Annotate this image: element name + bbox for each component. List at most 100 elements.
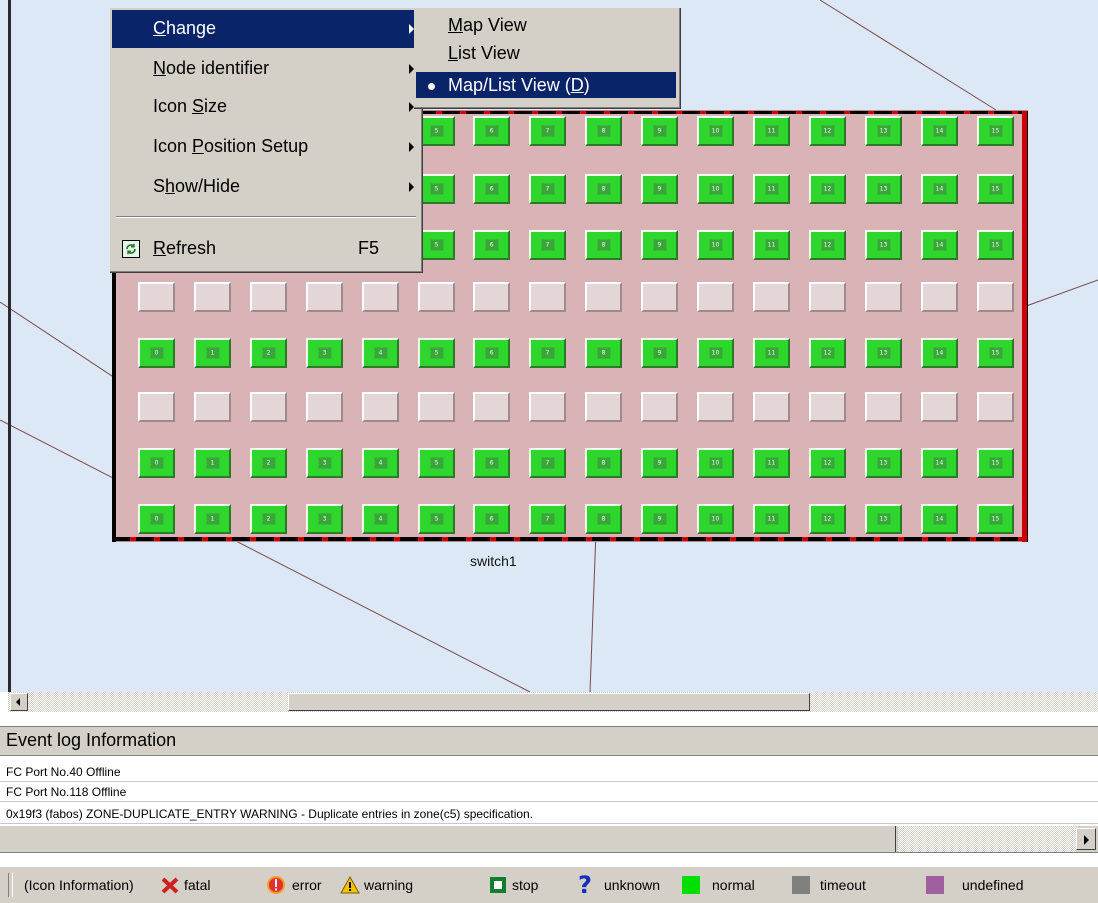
- scroll-right-button[interactable]: [1076, 828, 1096, 850]
- empty-port-slot[interactable]: [865, 392, 902, 422]
- submenu-item-list-view[interactable]: List View: [416, 40, 676, 66]
- port-icon[interactable]: 3: [306, 448, 343, 478]
- port-icon[interactable]: 7: [529, 448, 566, 478]
- port-icon[interactable]: 10: [697, 504, 734, 534]
- port-icon[interactable]: 11: [753, 116, 790, 146]
- empty-port-slot[interactable]: [753, 392, 790, 422]
- scroll-thumb[interactable]: [288, 693, 810, 711]
- empty-port-slot[interactable]: [641, 282, 678, 312]
- port-icon[interactable]: 14: [921, 116, 958, 146]
- empty-port-slot[interactable]: [250, 282, 287, 312]
- menu-item-change[interactable]: Change: [112, 10, 418, 48]
- scroll-thumb[interactable]: [0, 826, 896, 852]
- port-icon[interactable]: 6: [473, 504, 510, 534]
- port-icon[interactable]: 6: [473, 116, 510, 146]
- port-icon[interactable]: 6: [473, 174, 510, 204]
- port-icon[interactable]: 7: [529, 504, 566, 534]
- port-icon[interactable]: 4: [362, 448, 399, 478]
- empty-port-slot[interactable]: [809, 392, 846, 422]
- empty-port-slot[interactable]: [529, 392, 566, 422]
- map-horizontal-scrollbar[interactable]: [8, 692, 1098, 712]
- port-icon[interactable]: 4: [362, 338, 399, 368]
- empty-port-slot[interactable]: [753, 282, 790, 312]
- port-icon[interactable]: 9: [641, 116, 678, 146]
- port-icon[interactable]: 0: [138, 448, 175, 478]
- port-icon[interactable]: 15: [977, 116, 1014, 146]
- port-icon[interactable]: 5: [418, 338, 455, 368]
- port-icon[interactable]: 9: [641, 448, 678, 478]
- empty-port-slot[interactable]: [977, 282, 1014, 312]
- port-icon[interactable]: 14: [921, 448, 958, 478]
- port-icon[interactable]: 1: [194, 448, 231, 478]
- port-icon[interactable]: 0: [138, 504, 175, 534]
- port-icon[interactable]: 13: [865, 448, 902, 478]
- menu-item-node-identifier[interactable]: Node identifier: [112, 50, 418, 88]
- port-icon[interactable]: 10: [697, 174, 734, 204]
- scroll-track[interactable]: [898, 826, 1076, 852]
- port-icon[interactable]: 1: [194, 338, 231, 368]
- port-icon[interactable]: 12: [809, 504, 846, 534]
- port-icon[interactable]: 11: [753, 174, 790, 204]
- log-row[interactable]: FC Port No.118 Offline: [0, 784, 1098, 802]
- port-icon[interactable]: 7: [529, 174, 566, 204]
- port-icon[interactable]: 2: [250, 338, 287, 368]
- port-icon[interactable]: 12: [809, 448, 846, 478]
- port-icon[interactable]: 8: [585, 504, 622, 534]
- port-icon[interactable]: 9: [641, 230, 678, 260]
- menu-item-refresh[interactable]: Refresh F5: [112, 230, 418, 268]
- port-icon[interactable]: 13: [865, 230, 902, 260]
- port-icon[interactable]: 8: [585, 230, 622, 260]
- port-icon[interactable]: 8: [585, 448, 622, 478]
- log-row[interactable]: 0x19f3 (fabos) ZONE-DUPLICATE_ENTRY WARN…: [0, 806, 1098, 824]
- port-icon[interactable]: 15: [977, 174, 1014, 204]
- empty-port-slot[interactable]: [809, 282, 846, 312]
- port-icon[interactable]: 12: [809, 116, 846, 146]
- port-icon[interactable]: 6: [473, 230, 510, 260]
- port-icon[interactable]: 13: [865, 338, 902, 368]
- port-icon[interactable]: 3: [306, 504, 343, 534]
- port-icon[interactable]: 1: [194, 504, 231, 534]
- menu-item-icon-position-setup[interactable]: Icon Position Setup: [112, 128, 418, 166]
- port-icon[interactable]: 10: [697, 116, 734, 146]
- empty-port-slot[interactable]: [194, 392, 231, 422]
- port-icon[interactable]: 15: [977, 230, 1014, 260]
- empty-port-slot[interactable]: [250, 392, 287, 422]
- port-icon[interactable]: 5: [418, 448, 455, 478]
- empty-port-slot[interactable]: [138, 392, 175, 422]
- port-icon[interactable]: 8: [585, 174, 622, 204]
- empty-port-slot[interactable]: [362, 282, 399, 312]
- port-icon[interactable]: 15: [977, 504, 1014, 534]
- empty-port-slot[interactable]: [418, 282, 455, 312]
- port-icon[interactable]: 2: [250, 504, 287, 534]
- port-icon[interactable]: 13: [865, 504, 902, 534]
- port-icon[interactable]: 5: [418, 116, 455, 146]
- port-icon[interactable]: 15: [977, 338, 1014, 368]
- port-icon[interactable]: 14: [921, 338, 958, 368]
- port-icon[interactable]: 0: [138, 338, 175, 368]
- port-icon[interactable]: 4: [362, 504, 399, 534]
- empty-port-slot[interactable]: [921, 282, 958, 312]
- port-icon[interactable]: 7: [529, 338, 566, 368]
- port-icon[interactable]: 12: [809, 230, 846, 260]
- port-icon[interactable]: 12: [809, 338, 846, 368]
- empty-port-slot[interactable]: [697, 392, 734, 422]
- port-icon[interactable]: 2: [250, 448, 287, 478]
- toolbar-grip[interactable]: [8, 873, 13, 897]
- empty-port-slot[interactable]: [697, 282, 734, 312]
- port-icon[interactable]: 7: [529, 116, 566, 146]
- empty-port-slot[interactable]: [138, 282, 175, 312]
- empty-port-slot[interactable]: [362, 392, 399, 422]
- port-icon[interactable]: 14: [921, 504, 958, 534]
- scroll-left-button[interactable]: [10, 693, 28, 711]
- port-icon[interactable]: 7: [529, 230, 566, 260]
- submenu-item-map-list-view[interactable]: Map/List View (D): [416, 72, 676, 98]
- empty-port-slot[interactable]: [473, 392, 510, 422]
- port-icon[interactable]: 11: [753, 448, 790, 478]
- empty-port-slot[interactable]: [306, 282, 343, 312]
- port-icon[interactable]: 5: [418, 230, 455, 260]
- port-icon[interactable]: 12: [809, 174, 846, 204]
- port-icon[interactable]: 11: [753, 504, 790, 534]
- port-icon[interactable]: 10: [697, 338, 734, 368]
- port-icon[interactable]: 11: [753, 338, 790, 368]
- log-horizontal-scrollbar[interactable]: [0, 826, 1098, 853]
